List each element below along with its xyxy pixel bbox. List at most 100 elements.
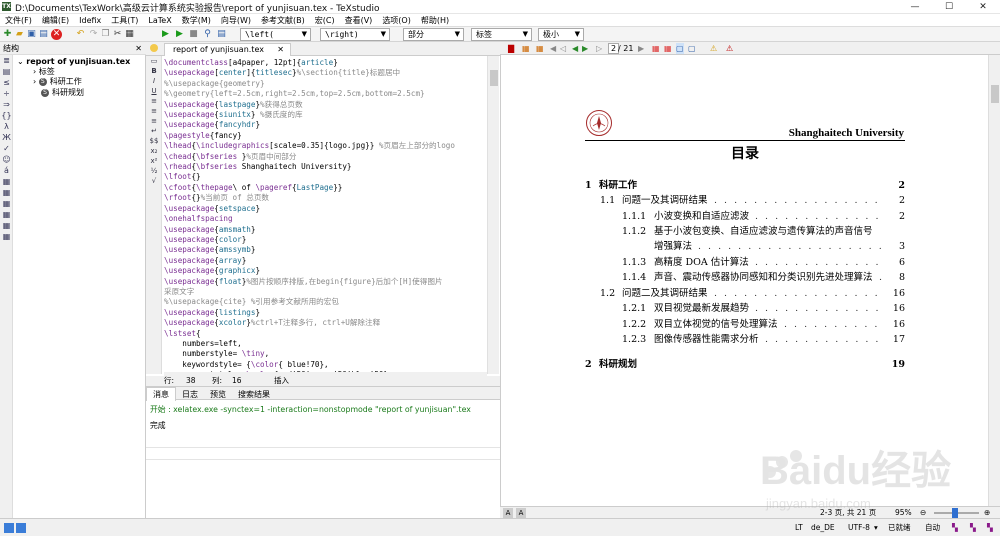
- menu-latex[interactable]: LaTeX: [143, 14, 176, 27]
- language-icon[interactable]: LT: [795, 519, 803, 536]
- emoji-icon[interactable]: ☺: [0, 154, 13, 165]
- toc-entry[interactable]: 1.2.1 双目视觉最新发展趋势 . . . . . . . . . . . . .…: [622, 302, 905, 316]
- first-page-icon[interactable]: ◀: [550, 43, 556, 54]
- spell-language[interactable]: de_DE: [811, 519, 835, 536]
- copy-icon[interactable]: ❐: [100, 29, 111, 40]
- tab-preview[interactable]: 预览: [204, 388, 232, 401]
- chevron-down-icon[interactable]: ▾: [874, 519, 878, 536]
- bold-icon[interactable]: B: [146, 66, 162, 76]
- code-line[interactable]: \usepackage{array}: [164, 256, 487, 266]
- section-select[interactable]: 部分 ▼: [403, 28, 464, 41]
- menu-options[interactable]: 选项(O): [377, 14, 416, 27]
- relation-symbols-icon[interactable]: ≤: [0, 77, 13, 88]
- code-line[interactable]: \usepackage{xcolor}%ctrl+T注释多行, ctrl+U解除…: [164, 318, 487, 328]
- label-select[interactable]: 标签 ▼: [471, 28, 532, 41]
- panel-toggle-icon[interactable]: [4, 523, 14, 533]
- tab-log[interactable]: 日志: [176, 388, 204, 401]
- prev-page-icon[interactable]: ◁: [560, 43, 566, 54]
- toc-entry[interactable]: 1.1 问题一及其调研结果 . . . . . . . . . . . . . . …: [600, 194, 905, 208]
- bookmark-status-icon[interactable]: ▚: [987, 519, 993, 536]
- code-line[interactable]: \usepackage{color}: [164, 235, 487, 245]
- left-delimiter-select[interactable]: \left(▼: [240, 28, 311, 41]
- auto-mode[interactable]: 自动: [925, 519, 940, 536]
- arrows-icon[interactable]: ⇒: [0, 99, 13, 110]
- code-line[interactable]: \pagestyle{fancy}: [164, 131, 487, 141]
- maximize-button[interactable]: ☐: [932, 0, 966, 14]
- sqrt-icon[interactable]: √: [146, 176, 162, 186]
- bookmark-status-icon[interactable]: ▚: [970, 519, 976, 536]
- code-line[interactable]: %\usepackage{geometry}: [164, 79, 487, 89]
- view-pdf-icon[interactable]: ⚲: [202, 29, 213, 40]
- undo-icon[interactable]: ↶: [75, 29, 86, 40]
- tikz-icon[interactable]: ▦: [0, 198, 13, 209]
- paste-icon[interactable]: ▦: [124, 29, 135, 40]
- continuous-view-icon[interactable]: ▢: [676, 43, 684, 54]
- pdf-vertical-scrollbar[interactable]: [988, 55, 1000, 506]
- italic-icon[interactable]: I: [146, 76, 162, 86]
- code-line[interactable]: \usepackage{fancyhdr}: [164, 120, 487, 130]
- special-chars-icon[interactable]: á: [0, 165, 13, 176]
- new-file-icon[interactable]: ✚: [2, 29, 13, 40]
- delimiters-icon[interactable]: {}: [0, 110, 13, 121]
- toc-entry[interactable]: 1.1.1 小波变换和自适应滤波 . . . . . . . . . . . . .…: [622, 210, 905, 224]
- code-line[interactable]: \lfoot{}: [164, 172, 487, 182]
- scroll-thumb[interactable]: [490, 70, 498, 86]
- structure-view-icon[interactable]: ≣: [0, 55, 13, 66]
- open-folder-icon[interactable]: ▰: [14, 29, 25, 40]
- code-line[interactable]: \rfoot{}%当前页 of 总页数: [164, 193, 487, 203]
- cyrillic-icon[interactable]: Ж: [0, 132, 13, 143]
- code-line[interactable]: \cfoot{\thepage\ of \pageref{LastPage}}: [164, 183, 487, 193]
- collapse-arrow-icon[interactable]: ⌄: [17, 57, 26, 66]
- user-icon[interactable]: ▦: [0, 231, 13, 242]
- toc-entry[interactable]: 2 科研规划 19: [585, 358, 905, 372]
- newline-icon[interactable]: ↵: [146, 126, 162, 136]
- toc-entry[interactable]: 1.1.3 高精度 DOA 估计算法 . . . . . . . . . . . .…: [622, 256, 905, 270]
- menu-idefix[interactable]: Idefix: [74, 14, 106, 27]
- toc-entry[interactable]: 1 科研工作 2: [585, 179, 905, 193]
- code-line[interactable]: numberstyle= \tiny,: [164, 349, 487, 359]
- fraction-icon[interactable]: ½: [146, 166, 162, 176]
- encoding[interactable]: UTF-8: [848, 519, 870, 536]
- metapost-icon[interactable]: ▦: [0, 187, 13, 198]
- asymptote-icon[interactable]: ▦: [0, 209, 13, 220]
- pdf-sync-icon[interactable]: ▇: [508, 43, 514, 54]
- menu-math[interactable]: 数学(M): [177, 14, 216, 27]
- error-icon[interactable]: ⚠: [726, 43, 733, 54]
- fit-width-icon[interactable]: ▦: [522, 43, 530, 54]
- bookmarks-icon[interactable]: ▤: [0, 66, 13, 77]
- grid-view-icon[interactable]: ▢: [688, 43, 696, 54]
- fit-page-icon[interactable]: ▦: [536, 43, 544, 54]
- cut-icon[interactable]: ✂: [112, 29, 123, 40]
- code-line[interactable]: \usepackage{graphicx}: [164, 266, 487, 276]
- subscript-icon[interactable]: x₂: [146, 146, 162, 156]
- save-icon[interactable]: ▣: [26, 29, 37, 40]
- pstricks-icon[interactable]: ▦: [0, 176, 13, 187]
- zoom-slider-handle[interactable]: [952, 508, 958, 518]
- code-line[interactable]: keywordstyle= {\color{ blue!70},: [164, 360, 487, 370]
- stop-icon[interactable]: ■: [188, 29, 199, 40]
- toc-entry[interactable]: 1.2 问题二及其调研结果 . . . . . . . . . . . . . . …: [600, 287, 905, 301]
- code-line[interactable]: \usepackage{siunitx} %摄氏度的库: [164, 110, 487, 120]
- forward-icon[interactable]: ▶: [582, 43, 588, 54]
- code-line[interactable]: \lhead{\includegraphics[scale=0.35]{logo…: [164, 141, 487, 151]
- tree-item-research-plan[interactable]: S 科研规划: [41, 87, 84, 98]
- close-window-button[interactable]: ✕: [966, 0, 1000, 14]
- zoom-in-icon[interactable]: ▦: [652, 43, 660, 54]
- align-center-icon[interactable]: ≡: [146, 106, 162, 116]
- code-line[interactable]: \chead{\bfseries }%页眉中间部分: [164, 152, 487, 162]
- close-document-icon[interactable]: ✕: [51, 29, 62, 40]
- menu-bibliography[interactable]: 参考文献(B): [256, 14, 310, 27]
- toc-entry[interactable]: 1.1.4 声音、震动传感器协同感知和分类识别先进处理算法 . . . . . . …: [622, 271, 905, 285]
- code-line[interactable]: %\geometry{left=2.5cm,right=2.5cm,top=2.…: [164, 89, 487, 99]
- tree-item-research-work[interactable]: › S 科研工作: [33, 76, 82, 87]
- code-line[interactable]: \lstset{: [164, 329, 487, 339]
- code-line[interactable]: \documentclass[a4paper, 12pt]{article}: [164, 58, 487, 68]
- back-icon[interactable]: ◀: [572, 43, 578, 54]
- code-line[interactable]: \usepackage{amsmath}: [164, 225, 487, 235]
- toc-entry[interactable]: 1.2.2 双目立体视觉的信号处理算法 . . . . . . . . . . . …: [622, 318, 905, 332]
- warning-icon[interactable]: ⚠: [710, 43, 717, 54]
- menu-view[interactable]: 查看(V): [340, 14, 378, 27]
- bookmark-icon[interactable]: ▭: [146, 56, 162, 66]
- close-tab-icon[interactable]: ✕: [277, 44, 284, 56]
- menu-file[interactable]: 文件(F): [0, 14, 37, 27]
